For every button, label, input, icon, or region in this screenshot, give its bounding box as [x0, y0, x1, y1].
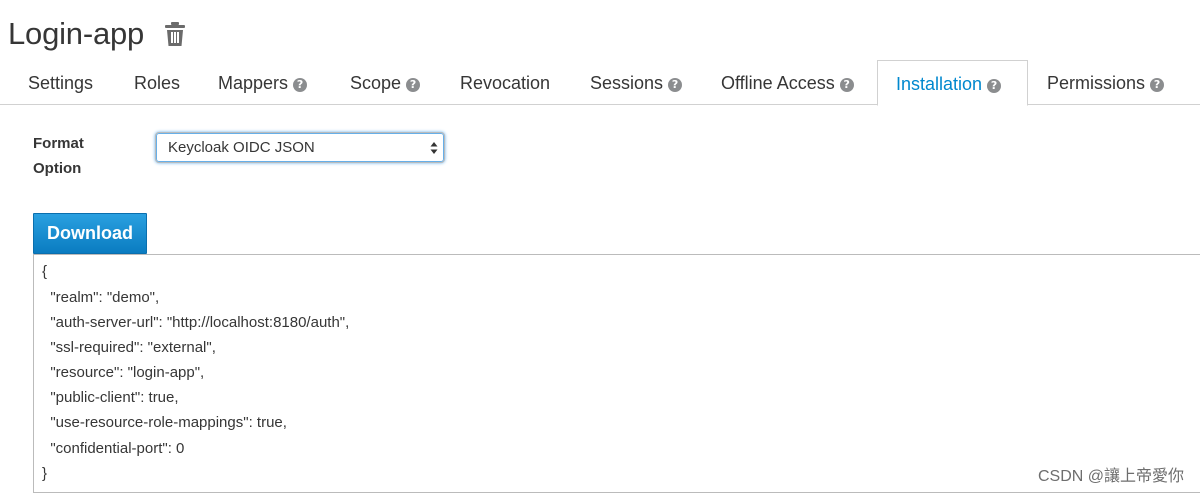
help-icon[interactable]: ? — [668, 78, 683, 92]
tab-label: Sessions — [590, 73, 664, 93]
code-line: } — [42, 465, 48, 482]
page-header: Login-app — [8, 14, 186, 54]
tab-label: Installation — [896, 74, 983, 94]
tab-settings[interactable]: Settings — [28, 60, 93, 105]
label-line: Option — [33, 160, 82, 177]
select-arrows-icon — [430, 142, 438, 154]
code-line: "public-client": true, — [42, 389, 179, 406]
tab-label: Roles — [134, 73, 181, 93]
page-title: Login-app — [8, 16, 145, 51]
format-option-select[interactable]: Keycloak OIDC JSON — [155, 132, 445, 163]
code-line: { — [42, 263, 48, 280]
tab-label: Permissions — [1047, 73, 1146, 93]
tab-offline-access[interactable]: Offline Access? — [721, 60, 854, 105]
select-value: Keycloak OIDC JSON — [168, 139, 315, 156]
label-line: Format — [33, 135, 84, 152]
code-line: "auth-server-url": "http://localhost:818… — [42, 314, 350, 331]
tab-label: Settings — [28, 73, 94, 93]
tab-sessions[interactable]: Sessions? — [590, 60, 683, 105]
help-icon[interactable]: ? — [987, 79, 1002, 93]
help-icon[interactable]: ? — [1150, 78, 1165, 92]
tab-label: Offline Access — [721, 73, 835, 93]
tab-mappers[interactable]: Mappers? — [218, 60, 308, 105]
tab-label: Mappers — [218, 73, 289, 93]
tab-scope[interactable]: Scope? — [350, 60, 421, 105]
tab-label: Scope — [350, 73, 402, 93]
tab-installation[interactable]: Installation? — [877, 60, 1028, 106]
watermark: CSDN @讓上帝愛你 — [1037, 468, 1184, 485]
code-line: "use-resource-role-mappings": true, — [42, 414, 287, 431]
tab-roles[interactable]: Roles — [134, 60, 180, 105]
installation-code-block: { "realm": "demo", "auth-server-url": "h… — [33, 254, 1200, 493]
code-line: "confidential-port": 0 — [42, 440, 185, 457]
code-line: "ssl-required": "external", — [42, 339, 216, 356]
help-icon[interactable]: ? — [839, 78, 854, 92]
client-tabs: Settings Roles Mappers? Scope? Revocatio… — [0, 60, 1200, 106]
code-line: "realm": "demo", — [42, 289, 160, 306]
tab-permissions[interactable]: Permissions? — [1047, 60, 1165, 105]
code-line: "resource": "login-app", — [42, 364, 205, 381]
help-icon[interactable]: ? — [293, 78, 308, 92]
tab-revocation[interactable]: Revocation — [460, 60, 550, 105]
trash-icon[interactable] — [164, 21, 186, 47]
help-icon[interactable]: ? — [406, 78, 421, 92]
download-button[interactable]: Download — [33, 213, 147, 254]
tab-label: Revocation — [460, 73, 551, 93]
format-option-label: Format Option — [33, 131, 113, 181]
